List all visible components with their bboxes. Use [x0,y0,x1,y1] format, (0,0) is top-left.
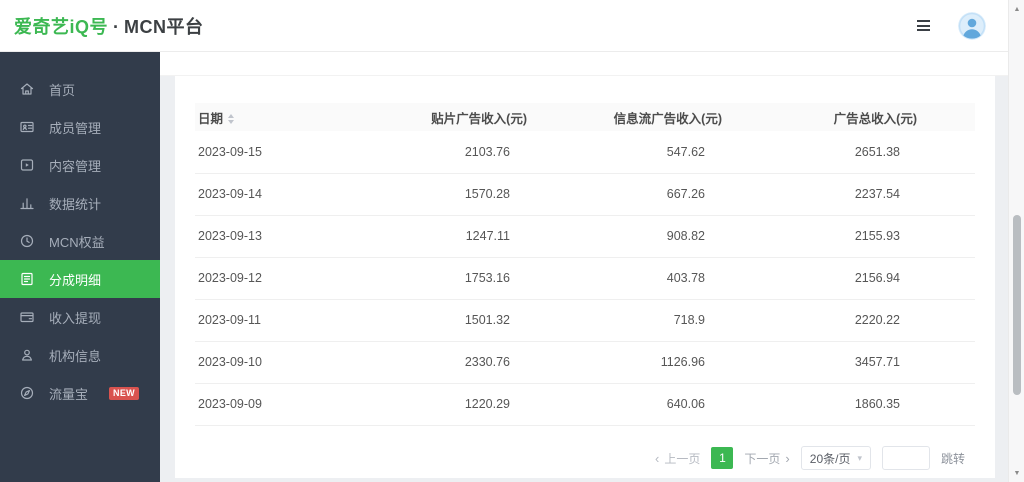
cell-date: 2023-09-14 [195,173,390,215]
table-row: 2023-09-131247.11908.822155.93 [195,215,975,257]
column-header: 信息流广告收入(元) [585,103,780,131]
sidebar-item-traffic[interactable]: 流量宝 NEW [0,374,160,412]
sidebar-item-label: 成员管理 [49,118,101,137]
chevron-left-icon: ‹ [655,452,659,465]
revenue-table: 日期贴片广告收入(元)信息流广告收入(元)广告总收入(元) 2023-09-15… [195,103,975,426]
sidebar-item-label: MCN权益 [49,232,105,251]
cell-value: 1126.96 [585,341,780,383]
logo-separator: · [113,17,119,38]
logo-primary: 爱奇艺iQ号 [14,13,108,39]
cell-value: 2103.76 [390,131,585,173]
cell-date: 2023-09-10 [195,341,390,383]
cell-value: 2156.94 [780,257,975,299]
cell-date: 2023-09-15 [195,131,390,173]
sidebar-item-clock[interactable]: MCN权益 [0,222,160,260]
sidebar-item-content[interactable]: 内容管理 [0,146,160,184]
stats-icon [19,195,35,211]
sidebar-item-withdraw[interactable]: 收入提现 [0,298,160,336]
sidebar: 首页 成员管理 内容管理 数据统计 MCN权益 分成明细 收入提现 机构信息 流… [0,52,160,482]
page-jump-button[interactable]: 跳转 [941,450,965,467]
table-row: 2023-09-102330.761126.963457.71 [195,341,975,383]
cell-value: 547.62 [585,131,780,173]
page-jump-input[interactable] [882,446,930,470]
cell-value: 2330.76 [390,341,585,383]
cell-value: 1570.28 [390,173,585,215]
cell-value: 1753.16 [390,257,585,299]
table-row: 2023-09-141570.28667.262237.54 [195,173,975,215]
sidebar-item-members[interactable]: 成员管理 [0,108,160,146]
column-header: 广告总收入(元) [780,103,975,131]
pagination-next-button[interactable]: 下一页 › [744,450,789,467]
pagination-prev-button[interactable]: ‹ 上一页 [655,450,700,467]
page-size-select[interactable]: 20条/页 ▾ [801,446,871,470]
cell-value: 908.82 [585,215,780,257]
table-header-row: 日期贴片广告收入(元)信息流广告收入(元)广告总收入(元) [195,103,975,131]
table-row: 2023-09-091220.29640.061860.35 [195,383,975,425]
column-header-date-sortable[interactable]: 日期 [195,103,390,131]
scrollbar-thumb[interactable] [1013,215,1021,395]
cell-value: 1860.35 [780,383,975,425]
vertical-scrollbar[interactable]: ▲ ▼ [1008,0,1024,482]
sidebar-item-label: 机构信息 [49,346,101,365]
logo-secondary: MCN平台 [124,13,204,39]
table-row: 2023-09-152103.76547.622651.38 [195,131,975,173]
cell-value: 1220.29 [390,383,585,425]
sidebar-item-stats[interactable]: 数据统计 [0,184,160,222]
sort-carets-icon[interactable] [228,114,234,124]
cell-value: 403.78 [585,257,780,299]
sidebar-item-org[interactable]: 机构信息 [0,336,160,374]
pagination: ‹ 上一页 1 下一页 › 20条/页 ▾ 跳转 [655,446,965,470]
members-icon [19,119,35,135]
content-card: 日期贴片广告收入(元)信息流广告收入(元)广告总收入(元) 2023-09-15… [175,76,995,478]
cell-value: 2220.22 [780,299,975,341]
table-row: 2023-09-111501.32718.92220.22 [195,299,975,341]
cell-value: 2651.38 [780,131,975,173]
cell-value: 667.26 [585,173,780,215]
sidebar-item-label: 分成明细 [49,270,101,289]
column-header: 贴片广告收入(元) [390,103,585,131]
cell-date: 2023-09-13 [195,215,390,257]
cell-date: 2023-09-09 [195,383,390,425]
withdraw-icon [19,309,35,325]
sidebar-item-label: 数据统计 [49,194,101,213]
home-icon [19,81,35,97]
content-icon [19,157,35,173]
cell-value: 640.06 [585,383,780,425]
chevron-right-icon: › [785,452,789,465]
cell-value: 1247.11 [390,215,585,257]
cell-value: 1501.32 [390,299,585,341]
new-badge: NEW [109,387,139,400]
cell-value: 2155.93 [780,215,975,257]
sidebar-item-home[interactable]: 首页 [0,70,160,108]
share-detail-icon [19,271,35,287]
table-row: 2023-09-121753.16403.782156.94 [195,257,975,299]
cell-value: 2237.54 [780,173,975,215]
topbar-actions [913,12,986,40]
sidebar-item-label: 首页 [49,80,75,99]
avatar[interactable] [958,12,986,40]
sidebar-item-label: 流量宝 [49,384,88,403]
clock-icon [19,233,35,249]
sidebar-item-label: 收入提现 [49,308,101,327]
chevron-down-icon: ▾ [857,453,862,464]
org-icon [19,347,35,363]
pagination-page-1[interactable]: 1 [711,447,733,469]
scroll-up-icon[interactable]: ▲ [1009,2,1024,16]
cell-value: 3457.71 [780,341,975,383]
content-header-strip [160,52,1008,76]
sidebar-item-label: 内容管理 [49,156,101,175]
cell-date: 2023-09-11 [195,299,390,341]
topbar: 爱奇艺iQ号 · MCN平台 [0,0,1008,52]
scroll-down-icon[interactable]: ▼ [1009,466,1024,480]
cell-date: 2023-09-12 [195,257,390,299]
app-logo: 爱奇艺iQ号 · MCN平台 [14,13,204,39]
cell-value: 718.9 [585,299,780,341]
menu-icon[interactable] [913,16,934,35]
sidebar-item-share-detail[interactable]: 分成明细 [0,260,160,298]
traffic-icon [19,385,35,401]
